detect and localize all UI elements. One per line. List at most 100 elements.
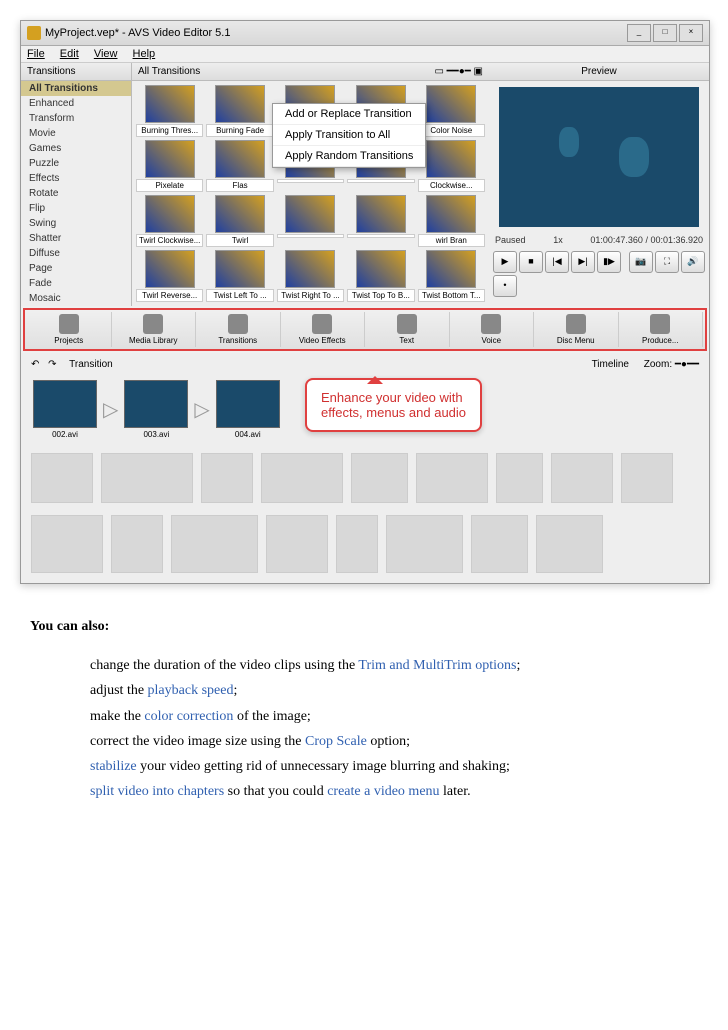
stop-button[interactable]: ■ xyxy=(519,251,543,273)
playback-controls: ▶ ■ |◀ ▶| ▮▶ 📷 ⛶ 🔊 • xyxy=(489,247,709,301)
timeline-area: ↶ ↷ Transition Timeline Zoom: ━●━━ 002.a… xyxy=(21,353,709,583)
toolbar-voice[interactable]: Voice xyxy=(450,312,535,347)
context-apply-all[interactable]: Apply Transition to All xyxy=(273,125,425,146)
menu-view[interactable]: View xyxy=(94,48,118,60)
transition-thumb[interactable]: Twist Top To B... xyxy=(347,250,414,302)
categories-panel: Transitions All TransitionsEnhancedTrans… xyxy=(21,63,132,306)
timeline-clip[interactable]: 002.avi xyxy=(33,380,97,439)
category-item[interactable]: Page xyxy=(21,261,131,276)
doc-link[interactable]: Crop Scale xyxy=(305,734,367,749)
transition-thumb[interactable]: Twist Left To ... xyxy=(206,250,273,302)
titlebar: MyProject.vep* - AVS Video Editor 5.1 _ … xyxy=(21,21,709,46)
doc-list-item: change the duration of the video clips u… xyxy=(90,653,698,678)
doc-link[interactable]: Trim and MultiTrim options xyxy=(358,658,516,673)
transition-thumb[interactable] xyxy=(277,195,344,247)
transition-thumb[interactable]: Clockwise... xyxy=(418,140,485,192)
doc-link[interactable]: color correction xyxy=(144,709,233,724)
category-item[interactable]: Transform xyxy=(21,111,131,126)
toolbar-videoeffects[interactable]: Video Effects xyxy=(281,312,366,347)
category-item[interactable]: All Transitions xyxy=(21,81,131,96)
menu-help[interactable]: Help xyxy=(133,48,156,60)
doc-link[interactable]: create a video menu xyxy=(327,784,439,799)
transition-thumb[interactable]: Twirl xyxy=(206,195,273,247)
categories-header: Transitions xyxy=(21,63,131,81)
doc-list-item: adjust the playback speed; xyxy=(90,678,698,703)
window-title: MyProject.vep* - AVS Video Editor 5.1 xyxy=(45,27,627,39)
menu-edit[interactable]: Edit xyxy=(60,48,79,60)
timeline-clip[interactable]: 003.avi xyxy=(124,380,188,439)
preview-viewport xyxy=(499,87,699,227)
snapshot-button[interactable]: 📷 xyxy=(629,251,653,273)
view-controls[interactable]: ▭ ━━●━ ▣ xyxy=(434,66,483,77)
menu-file[interactable]: File xyxy=(27,48,45,60)
toolbar-text[interactable]: Text xyxy=(365,312,450,347)
zoom-label: Zoom: xyxy=(644,359,672,370)
transition-thumb[interactable]: Flas xyxy=(206,140,273,192)
volume-button[interactable]: 🔊 xyxy=(681,251,705,273)
app-window: MyProject.vep* - AVS Video Editor 5.1 _ … xyxy=(20,20,710,584)
maximize-button[interactable]: □ xyxy=(653,24,677,42)
transition-slot[interactable]: ▷ xyxy=(194,397,209,422)
grid-title: All Transitions xyxy=(138,66,200,77)
doc-list-item: split video into chapters so that you co… xyxy=(90,779,698,804)
callout-tooltip: Enhance your video with effects, menus a… xyxy=(305,378,482,432)
minimize-button[interactable]: _ xyxy=(627,24,651,42)
category-item[interactable]: Games xyxy=(21,141,131,156)
category-item[interactable]: Fade xyxy=(21,276,131,291)
undo-button[interactable]: ↶ xyxy=(31,359,39,370)
category-item[interactable]: Shatter xyxy=(21,231,131,246)
timeline-clip[interactable]: 004.avi xyxy=(216,380,280,439)
context-add[interactable]: Add or Replace Transition xyxy=(273,104,425,125)
doc-heading: You can also: xyxy=(30,619,109,634)
transition-thumb[interactable]: Burning Thres... xyxy=(136,85,203,137)
doc-link[interactable]: split video into chapters xyxy=(90,784,224,799)
fullscreen-button[interactable]: ⛶ xyxy=(655,251,679,273)
prev-button[interactable]: |◀ xyxy=(545,251,569,273)
category-item[interactable]: Swing xyxy=(21,216,131,231)
toolbar-medialibrary[interactable]: Media Library xyxy=(112,312,197,347)
category-item[interactable]: Effects xyxy=(21,171,131,186)
main-toolbar: ProjectsMedia LibraryTransitionsVideo Ef… xyxy=(23,308,707,351)
transition-thumb[interactable]: Color Noise xyxy=(418,85,485,137)
preview-panel: Preview Paused 1x 01:00:47.360 / 00:01:3… xyxy=(489,63,709,306)
doc-link[interactable]: stabilize xyxy=(90,759,137,774)
transition-thumb[interactable]: Twirl Reverse... xyxy=(136,250,203,302)
transition-thumb[interactable]: wirl Bran xyxy=(418,195,485,247)
timeline-label[interactable]: Timeline xyxy=(592,359,629,370)
zoom-slider[interactable]: ━●━━ xyxy=(675,359,699,370)
toolbar-projects[interactable]: Projects xyxy=(27,312,112,347)
doc-link[interactable]: playback speed xyxy=(148,683,234,698)
transition-thumb[interactable]: Twist Bottom T... xyxy=(418,250,485,302)
category-item[interactable]: Rotate xyxy=(21,186,131,201)
redo-button[interactable]: ↷ xyxy=(48,359,56,370)
toolbar-discmenu[interactable]: Disc Menu xyxy=(534,312,619,347)
category-item[interactable]: Puzzle xyxy=(21,156,131,171)
transition-thumb[interactable]: Twist Right To ... xyxy=(277,250,344,302)
settings-button[interactable]: • xyxy=(493,275,517,297)
category-item[interactable]: Diffuse xyxy=(21,246,131,261)
toolbar-transitions[interactable]: Transitions xyxy=(196,312,281,347)
close-button[interactable]: × xyxy=(679,24,703,42)
playback-state: Paused xyxy=(495,235,526,245)
doc-list-item: correct the video image size using the C… xyxy=(90,729,698,754)
transition-label: Transition xyxy=(69,359,113,370)
preview-header: Preview xyxy=(489,63,709,81)
transition-thumb[interactable]: Burning Fade xyxy=(206,85,273,137)
toolbar-produce[interactable]: Produce... xyxy=(619,312,704,347)
doc-list-item: make the color correction of the image; xyxy=(90,704,698,729)
transition-thumb[interactable]: Twirl Clockwise... xyxy=(136,195,203,247)
context-menu: Add or Replace Transition Apply Transiti… xyxy=(272,103,426,168)
category-item[interactable]: Movie xyxy=(21,126,131,141)
category-item[interactable]: Mosaic xyxy=(21,291,131,306)
doc-list-item: stabilize your video getting rid of unne… xyxy=(90,754,698,779)
frame-button[interactable]: ▮▶ xyxy=(597,251,621,273)
context-random[interactable]: Apply Random Transitions xyxy=(273,146,425,167)
play-button[interactable]: ▶ xyxy=(493,251,517,273)
category-item[interactable]: Flip xyxy=(21,201,131,216)
transitions-grid-panel: All Transitions ▭ ━━●━ ▣ Burning Thres..… xyxy=(132,63,489,306)
transition-slot[interactable]: ▷ xyxy=(103,397,118,422)
transition-thumb[interactable] xyxy=(347,195,414,247)
transition-thumb[interactable]: Pixelate xyxy=(136,140,203,192)
next-button[interactable]: ▶| xyxy=(571,251,595,273)
category-item[interactable]: Enhanced xyxy=(21,96,131,111)
